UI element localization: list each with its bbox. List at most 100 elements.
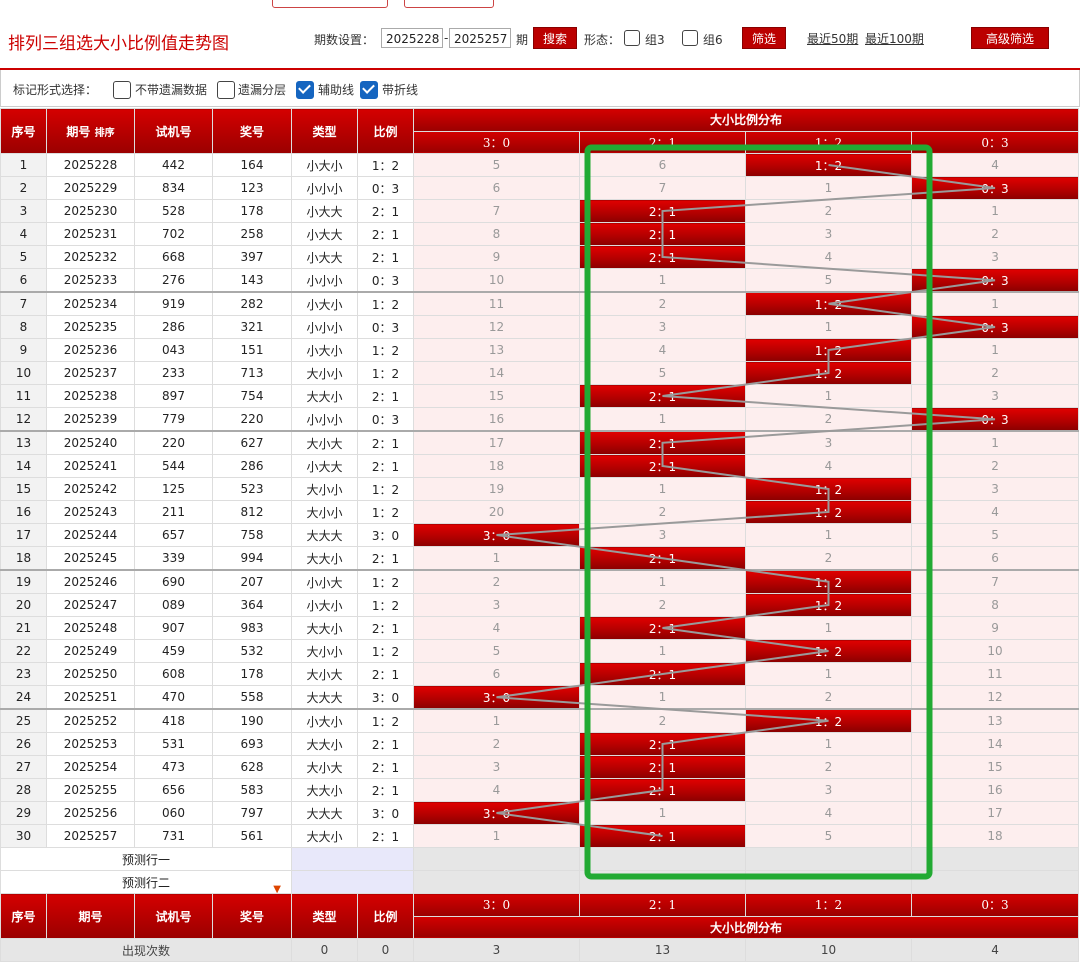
row-index: 8 [0,315,47,339]
omission-cell: 1 [579,477,746,501]
row-prize: 282 [212,291,292,316]
row-index: 25 [0,708,47,733]
row-period: 2025229 [46,176,135,200]
aux-line-checkbox[interactable] [296,81,314,99]
row-period: 2025245 [46,546,135,571]
row-index: 21 [0,616,47,640]
footer-ratio-col: 1：2 [745,893,912,917]
row-prize: 220 [212,407,292,432]
omission-cell: 10 [413,268,580,293]
omission-cell: 5 [413,639,580,663]
period-from-input[interactable]: 2025228 [381,28,443,48]
row-trial: 043 [134,338,213,362]
table-row: 19 2025246 690 207 小小大 1：2 2 1 1：2 7 [0,569,1080,594]
omission-cell: 4 [910,500,1080,524]
row-period: 2025243 [46,500,135,524]
prediction-cell[interactable] [579,847,746,871]
table-row: 4 2025231 702 258 小大大 2：1 8 2：1 3 2 [0,222,1080,246]
recent100-link[interactable]: 最近100期 [865,30,924,47]
row-period: 2025252 [46,708,135,733]
row-trial: 211 [134,500,213,524]
prediction-row-2-input[interactable] [291,870,414,894]
row-index: 9 [0,338,47,362]
row-type: 小小大 [291,569,358,594]
period-to-input[interactable]: 2025257 [449,28,511,48]
no-omission-checkbox[interactable] [113,81,131,99]
row-period: 2025231 [46,222,135,246]
omission-cell: 1 [910,291,1080,316]
advanced-filter-button[interactable]: 高级筛选 [971,27,1049,49]
row-period: 2025232 [46,245,135,269]
row-period: 2025254 [46,755,135,779]
prediction-cell[interactable] [413,847,580,871]
period-label: 期数设置： [314,33,375,47]
ratio-hit-cell: 2：1 [579,616,746,640]
prediction-row-1-input[interactable] [291,847,414,871]
omission-cell: 1 [910,430,1080,455]
prediction-cell[interactable] [413,870,580,894]
row-ratio: 1：2 [357,291,414,316]
omission-layer-checkbox[interactable] [217,81,235,99]
row-ratio: 2：1 [357,222,414,246]
top-button-left[interactable] [272,0,388,8]
ratio-hit-cell: 2：1 [579,824,746,848]
count-cell: 3 [413,938,580,962]
prediction-cell[interactable] [579,870,746,894]
header-period[interactable]: 期号 排序 [46,108,135,154]
prediction-cell[interactable] [910,870,1080,894]
prediction-cell[interactable] [910,847,1080,871]
footer-header-prize: 奖号 [212,893,292,939]
group3-checkbox[interactable] [624,30,640,46]
row-ratio: 0：3 [357,268,414,293]
omission-cell: 6 [910,546,1080,571]
row-type: 小大大 [291,199,358,223]
filter-button[interactable]: 筛选 [742,27,786,49]
table-row: 18 2025245 339 994 大大小 2：1 1 2：1 2 6 [0,546,1080,571]
prediction-cell[interactable] [745,870,912,894]
polyline-checkbox[interactable] [360,81,378,99]
omission-cell: 6 [413,662,580,686]
omission-cell: 1 [745,732,912,756]
group6-checkbox[interactable] [682,30,698,46]
omission-cell: 2 [413,569,580,594]
ratio-hit-cell: 2：1 [579,755,746,779]
omission-cell: 3 [910,477,1080,501]
header-bar: 排列三组选大小比例值走势图 期数设置： 2025228 - 2025257 期 … [0,18,1080,70]
omission-cell: 7 [910,569,1080,594]
omission-cell: 6 [413,176,580,200]
mark-options-label: 标记形式选择： [13,83,98,97]
omission-cell: 18 [910,824,1080,848]
row-ratio: 3：0 [357,801,414,825]
top-button-right[interactable] [404,0,494,8]
row-ratio: 2：1 [357,662,414,686]
omission-cell: 1 [745,662,912,686]
row-prize: 178 [212,662,292,686]
row-period: 2025250 [46,662,135,686]
row-ratio: 1：2 [357,639,414,663]
omission-cell: 9 [413,245,580,269]
row-type: 大小大 [291,755,358,779]
header-period-label: 期号 [66,124,91,139]
search-button[interactable]: 搜索 [533,27,577,49]
row-index: 6 [0,268,47,293]
table-row: 1 2025228 442 164 小大小 1：2 5 6 1：2 4 [0,153,1080,177]
omission-cell: 4 [745,801,912,825]
sort-toggle[interactable]: 排序 [95,128,115,139]
omission-cell: 13 [910,708,1080,733]
omission-cell: 15 [910,755,1080,779]
row-type: 大大小 [291,616,358,640]
omission-cell: 14 [413,361,580,385]
recent50-link[interactable]: 最近50期 [807,30,858,47]
omission-cell: 2 [579,708,746,733]
group6-label: 组6 [703,33,723,47]
prediction-cell[interactable] [745,847,912,871]
header-ratio-col: 2：1 [579,130,746,154]
omission-cell: 5 [413,153,580,177]
omission-cell: 17 [413,430,580,455]
arrow-down-icon: ▼ [273,884,281,894]
row-prize: 713 [212,361,292,385]
prediction-row-2-label: 预测行二 ▼ [0,870,292,894]
row-period: 2025253 [46,732,135,756]
row-prize: 178 [212,199,292,223]
omission-cell: 1 [579,407,746,432]
